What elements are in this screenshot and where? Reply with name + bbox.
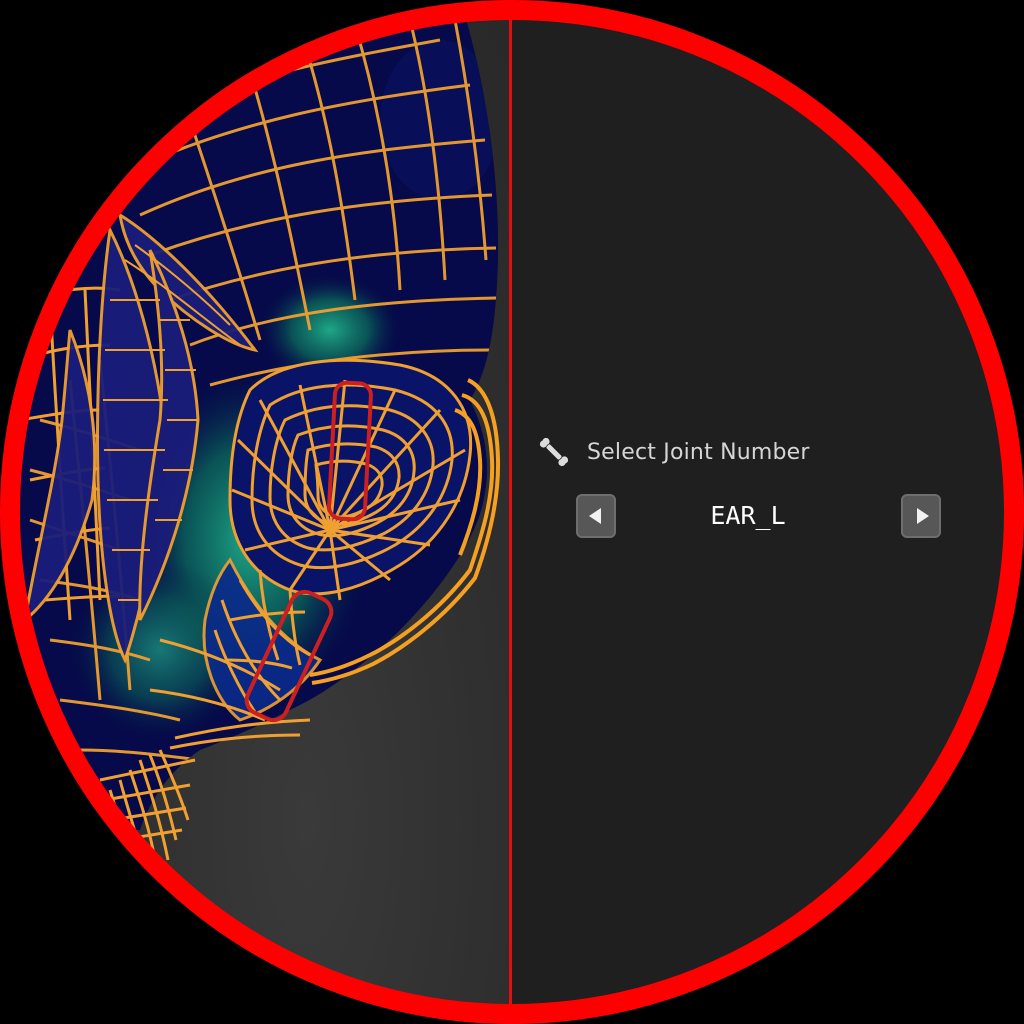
previous-joint-button[interactable]: [576, 494, 616, 538]
joint-selector-header: Select Joint Number: [537, 434, 810, 470]
ear-mesh-wireframe: [0, 0, 501, 876]
3d-viewport[interactable]: [0, 0, 512, 1024]
triangle-right-icon: [916, 508, 929, 524]
next-joint-button[interactable]: [901, 494, 941, 538]
bone-icon: [537, 435, 571, 469]
split-divider: [509, 0, 512, 1024]
joint-selector-label: Select Joint Number: [587, 439, 810, 465]
triangle-left-icon: [588, 508, 601, 524]
joint-name-value: EAR_L: [710, 501, 786, 530]
magnifier-lens: Select Joint Number EAR_L: [0, 0, 1024, 1024]
